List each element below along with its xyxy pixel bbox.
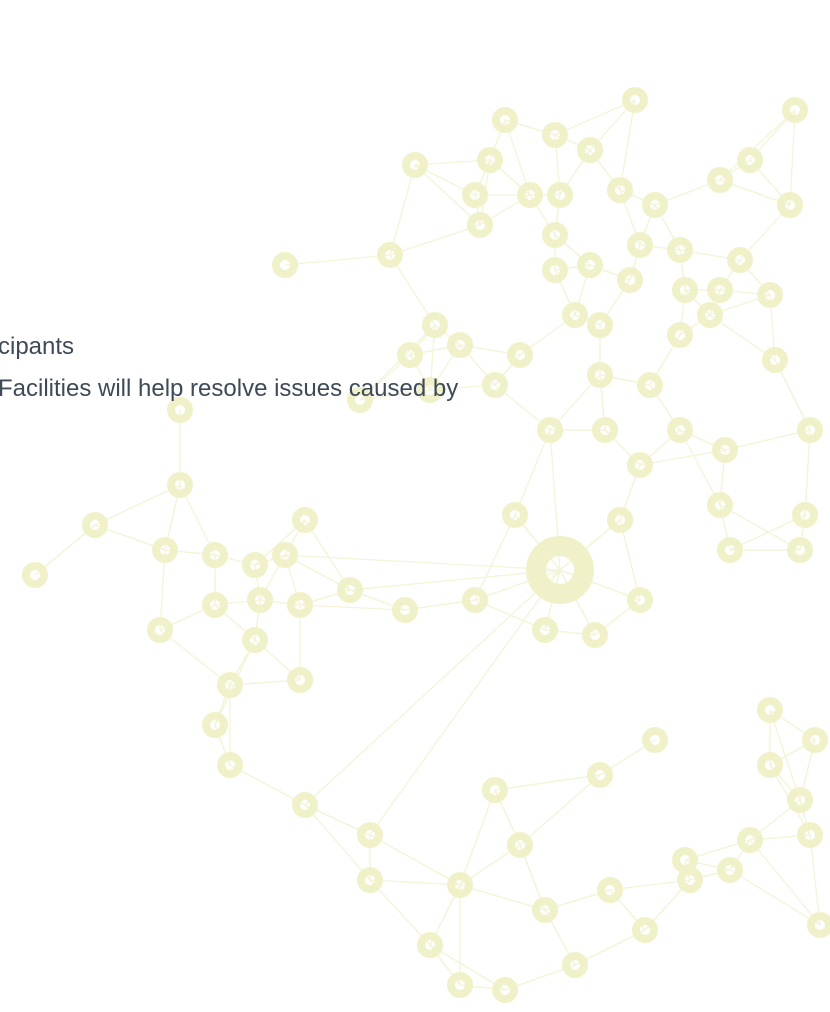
network-edge <box>789 109 796 206</box>
text-line-2: Facilities will help resolve issues caus… <box>0 375 459 402</box>
slide-page: cipants Facilities will help resolve iss… <box>0 0 830 1012</box>
network-edge <box>474 514 516 601</box>
text-line-1: cipants <box>0 333 75 360</box>
network-edge <box>554 99 636 136</box>
network-edge <box>389 164 416 256</box>
network-graph-icon <box>22 87 830 1003</box>
network-edge <box>809 834 821 926</box>
network-edge <box>389 224 481 256</box>
network-edge <box>749 839 821 926</box>
network-edge <box>514 429 551 516</box>
network-edge <box>284 554 561 571</box>
network-edge <box>369 879 431 946</box>
network-edge <box>284 254 391 266</box>
network-edge <box>94 484 181 526</box>
network-edge <box>299 604 406 611</box>
network-edge <box>159 629 231 686</box>
network-edge <box>414 164 481 226</box>
network-edge <box>494 774 601 791</box>
network-edge <box>459 884 546 911</box>
network-edge <box>369 834 461 886</box>
network-edge <box>459 789 496 886</box>
network-edge <box>369 879 461 886</box>
network-edge <box>729 869 821 926</box>
network-edge <box>304 569 561 806</box>
network-edge <box>519 774 601 846</box>
network-edge <box>724 429 811 451</box>
